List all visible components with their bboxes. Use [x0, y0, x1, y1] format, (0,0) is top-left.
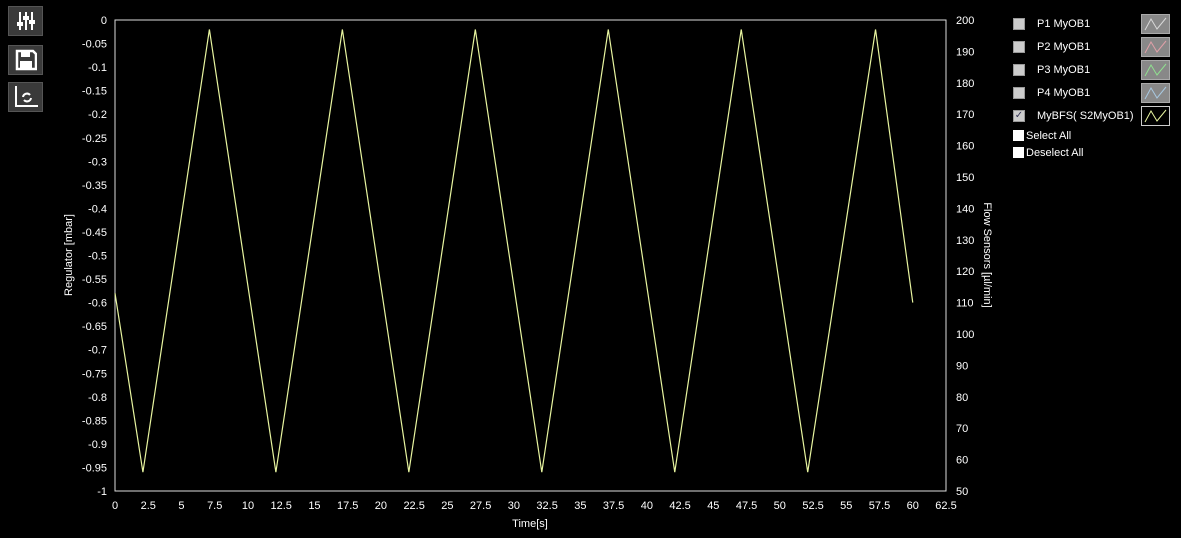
y-left-tick-label: -0.8 — [88, 392, 107, 404]
plot-frame — [114, 19, 947, 492]
y-right-tick-label: 60 — [956, 455, 968, 467]
y-right-tick-label: 130 — [956, 235, 974, 247]
x-tick-label: 27.5 — [470, 500, 491, 512]
x-tick-label: 10 — [242, 500, 254, 512]
y-left-tick-label: -0.6 — [88, 298, 107, 310]
legend-item[interactable]: P1 MyOB1 — [1013, 12, 1173, 35]
y-right-tick-label: 80 — [956, 392, 968, 404]
x-tick-label: 0 — [112, 500, 118, 512]
x-tick-label: 17.5 — [337, 500, 358, 512]
deselect-all-checkbox[interactable]: Deselect All — [1013, 144, 1173, 161]
line-wave-icon — [1144, 63, 1167, 77]
y-left-tick-label: -0.5 — [88, 251, 107, 263]
y-right-tick-label: 160 — [956, 141, 974, 153]
y-left-tick-label: -0.2 — [88, 109, 107, 121]
x-tick-label: 50 — [774, 500, 786, 512]
y-left-tick-label: -0.7 — [88, 345, 107, 357]
line-color-swatch[interactable] — [1141, 37, 1170, 57]
legend-checkbox[interactable] — [1013, 40, 1025, 53]
x-tick-label: 62.5 — [935, 500, 956, 512]
y-left-axis-label: Regulator [mbar] — [63, 214, 75, 296]
line-color-swatch[interactable] — [1141, 60, 1170, 80]
x-tick-label: 22.5 — [403, 500, 424, 512]
x-tick-label: 47.5 — [736, 500, 757, 512]
y-right-tick-label: 180 — [956, 78, 974, 90]
line-wave-icon — [1144, 17, 1167, 31]
legend-checkbox[interactable] — [1013, 17, 1025, 30]
y-right-tick-label: 90 — [956, 360, 968, 372]
y-right-tick-label: 50 — [956, 486, 968, 498]
legend-item[interactable]: P2 MyOB1 — [1013, 35, 1173, 58]
y-left-tick-label: -0.15 — [82, 86, 107, 98]
y-left-tick-label: 0 — [101, 15, 107, 27]
y-left-tick-label: -1 — [97, 486, 107, 498]
x-tick-label: 15 — [308, 500, 320, 512]
x-tick-label: 30 — [508, 500, 520, 512]
line-color-swatch[interactable] — [1141, 106, 1170, 126]
line-color-swatch[interactable] — [1141, 14, 1170, 34]
y-right-tick-label: 190 — [956, 46, 974, 58]
line-wave-icon — [1144, 109, 1167, 123]
line-wave-icon — [1144, 40, 1167, 54]
y-right-tick-label: 100 — [956, 329, 974, 341]
y-left-tick-label: -0.9 — [88, 439, 107, 451]
legend-checkbox[interactable]: ✓ — [1013, 109, 1025, 122]
select-all-checkbox[interactable]: Select All — [1013, 127, 1173, 144]
legend-label: P2 MyOB1 — [1037, 40, 1091, 53]
y-left-tick-label: -0.35 — [82, 180, 107, 192]
x-tick-label: 37.5 — [603, 500, 624, 512]
x-tick-label: 42.5 — [669, 500, 690, 512]
legend-label: P4 MyOB1 — [1037, 86, 1091, 99]
x-tick-label: 2.5 — [141, 500, 156, 512]
x-tick-label: 25 — [441, 500, 453, 512]
y-right-tick-label: 70 — [956, 423, 968, 435]
y-left-tick-label: -0.4 — [88, 203, 107, 215]
y-left-tick-label: -0.25 — [82, 133, 107, 145]
y-left-tick-label: -0.75 — [82, 368, 107, 380]
x-tick-label: 7.5 — [207, 500, 222, 512]
y-left-tick-label: -0.55 — [82, 274, 107, 286]
x-tick-label: 12.5 — [270, 500, 291, 512]
line-wave-icon — [1144, 86, 1167, 100]
x-tick-label: 60 — [907, 500, 919, 512]
select-all-label: Select All — [1026, 129, 1072, 142]
y-right-tick-label: 140 — [956, 203, 974, 215]
x-tick-label: 40 — [641, 500, 653, 512]
y-right-tick-label: 200 — [956, 15, 974, 27]
y-right-axis-label: Flow Sensors [µl/min] — [981, 202, 993, 307]
legend-checkbox[interactable] — [1013, 86, 1025, 99]
x-axis-label: Time[s] — [512, 518, 548, 530]
y-right-tick-label: 110 — [956, 298, 974, 310]
chart: 0 2.5 5 7.5 10 12.5 15 17.5 20 22.5 25 27.5 30 32.5 35… — [63, 15, 993, 530]
legend-label: P1 MyOB1 — [1037, 17, 1091, 30]
x-tick-label: 32.5 — [536, 500, 557, 512]
x-tick-label: 20 — [375, 500, 387, 512]
legend: P1 MyOB1 P2 MyOB1 P3 MyOB1 P4 MyOB1 ✓ MyBFS( … — [1013, 12, 1173, 161]
legend-item[interactable]: ✓ MyBFS( S2MyOB1) — [1013, 104, 1173, 127]
x-tick-label: 55 — [840, 500, 852, 512]
x-tick-label: 35 — [574, 500, 586, 512]
x-tick-label: 45 — [707, 500, 719, 512]
deselect-all-label: Deselect All — [1026, 146, 1084, 159]
y-left-tick-label: -0.3 — [88, 156, 107, 168]
legend-item[interactable]: P3 MyOB1 — [1013, 58, 1173, 81]
y-left-tick-label: -0.65 — [82, 321, 107, 333]
legend-label: MyBFS( S2MyOB1) — [1037, 109, 1134, 122]
x-tick-label: 5 — [178, 500, 184, 512]
legend-item[interactable]: P4 MyOB1 — [1013, 81, 1173, 104]
y-right-tick-label: 150 — [956, 172, 974, 184]
line-color-swatch[interactable] — [1141, 83, 1170, 103]
x-tick-label: 52.5 — [802, 500, 823, 512]
legend-checkbox[interactable] — [1013, 63, 1025, 76]
y-right-tick-label: 170 — [956, 109, 974, 121]
y-left-tick-label: -0.05 — [82, 39, 107, 51]
y-right-tick-label: 120 — [956, 266, 974, 278]
legend-label: P3 MyOB1 — [1037, 63, 1091, 76]
y-left-tick-label: -0.85 — [82, 415, 107, 427]
y-left-tick-label: -0.1 — [88, 62, 107, 74]
y-left-tick-label: -0.95 — [82, 462, 107, 474]
series-line — [114, 29, 914, 473]
y-left-tick-label: -0.45 — [82, 227, 107, 239]
x-tick-label: 57.5 — [869, 500, 890, 512]
